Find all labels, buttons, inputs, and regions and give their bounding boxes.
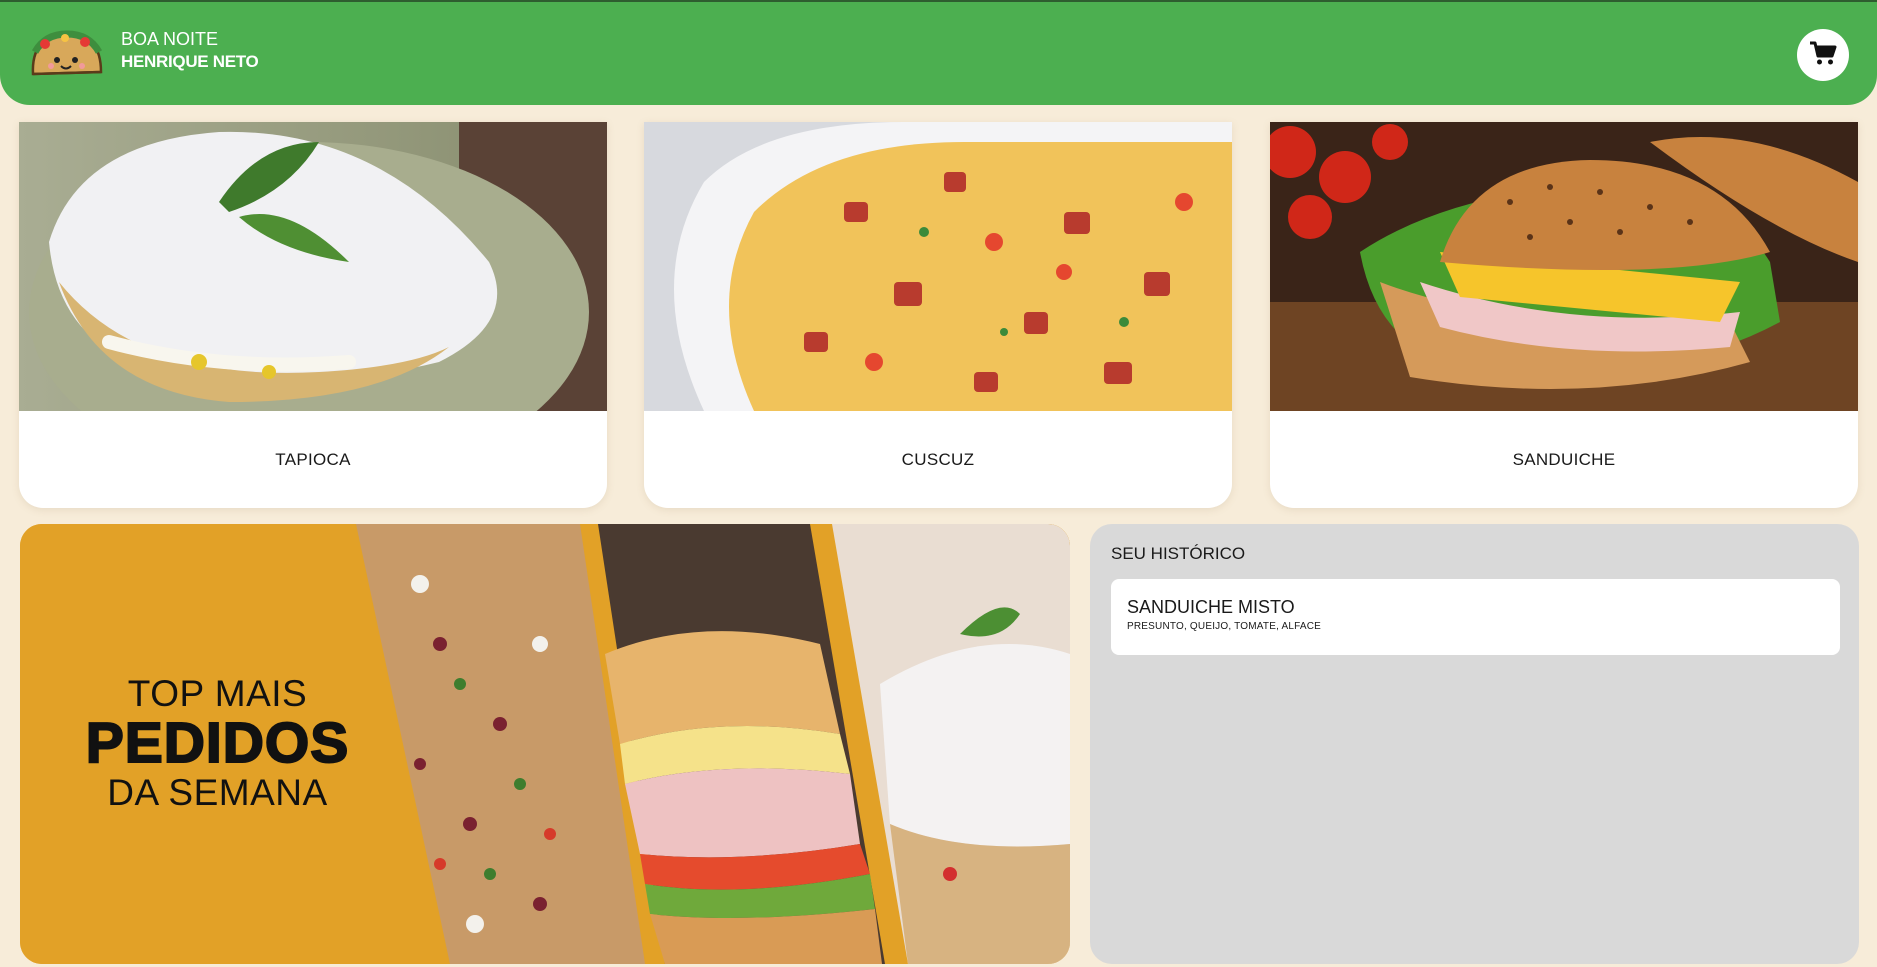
category-label: TAPIOCA — [275, 449, 351, 469]
category-card-cuscuz[interactable]: CUSCUZ — [644, 122, 1232, 508]
history-item[interactable]: SANDUICHE MISTO PRESUNTO, QUEIJO, TOMATE… — [1111, 579, 1840, 655]
taco-logo-icon[interactable] — [27, 22, 105, 84]
banner-line-bottom: DA SEMANA — [107, 772, 328, 813]
history-item-description: PRESUNTO, QUEIJO, TOMATE, ALFACE — [1127, 621, 1322, 632]
banner-headline: TOP MAIS PEDIDOS DA SEMANA — [20, 524, 415, 964]
order-history-panel: SEU HISTÓRICO SANDUICHE MISTO PRESUNTO, … — [1090, 524, 1859, 964]
history-item-name: SANDUICHE MISTO — [1127, 597, 1295, 617]
user-name: HENRIQUE NETO — [121, 52, 259, 71]
cuscuz-image — [644, 122, 1232, 411]
category-label: CUSCUZ — [901, 449, 975, 469]
cart-button[interactable] — [1797, 29, 1849, 81]
category-card-sanduiche[interactable]: SANDUICHE — [1270, 122, 1858, 508]
shopping-cart-icon — [1809, 40, 1837, 71]
history-title: SEU HISTÓRICO — [1111, 544, 1246, 563]
greeting-text: BOA NOITE — [121, 29, 219, 49]
sanduiche-image — [1270, 122, 1858, 411]
top-header: BOA NOITE HENRIQUE NETO — [0, 0, 1877, 105]
promo-banner-top-pedidos[interactable]: TOP MAIS PEDIDOS DA SEMANA — [20, 524, 1070, 964]
banner-line-top: TOP MAIS — [127, 673, 308, 714]
tapioca-image — [19, 122, 607, 411]
banner-line-middle: PEDIDOS — [85, 711, 350, 775]
category-label: SANDUICHE — [1512, 449, 1616, 469]
category-card-tapioca[interactable]: TAPIOCA — [19, 122, 607, 508]
